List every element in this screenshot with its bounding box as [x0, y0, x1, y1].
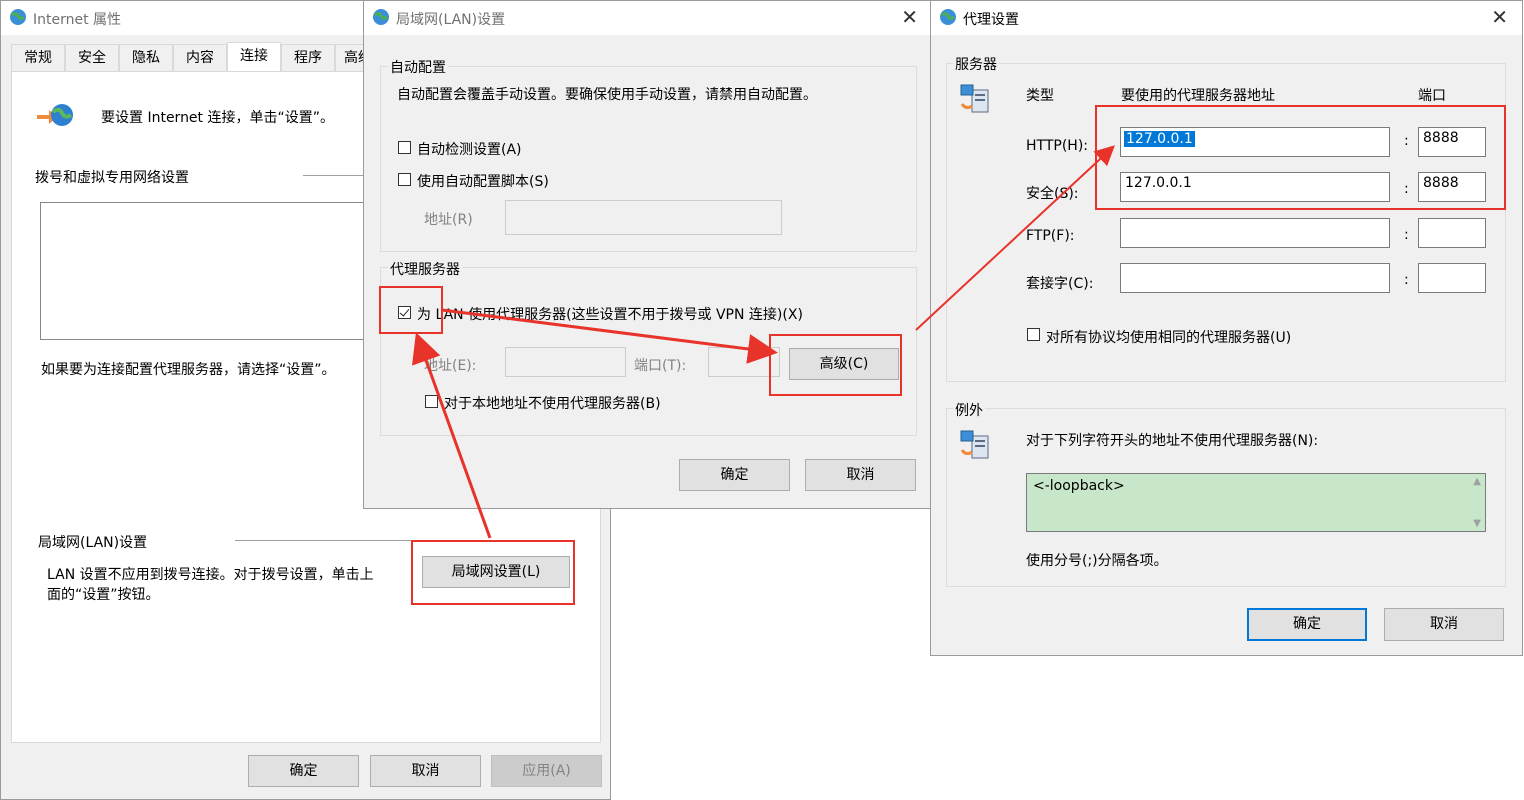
- arrow-lan-to-checkbox: [412, 332, 492, 539]
- annotation-arrows: [412, 145, 1115, 539]
- arrow-checkbox-to-advanced: [441, 308, 778, 364]
- arrow-advanced-to-proxy: [915, 145, 1115, 331]
